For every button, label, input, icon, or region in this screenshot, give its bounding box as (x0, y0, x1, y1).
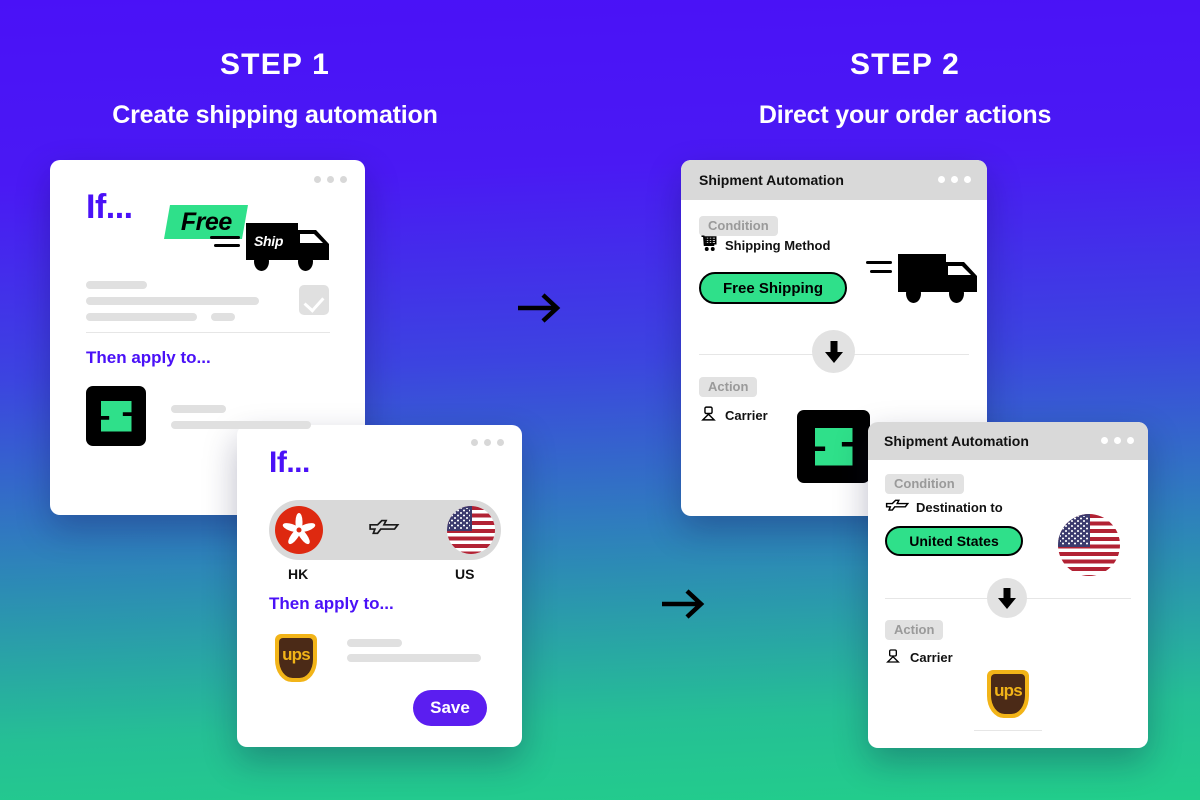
skeleton-line (86, 297, 259, 305)
ups-logo: ups (275, 634, 317, 682)
truck-ship-label: Ship (254, 233, 284, 249)
hong-kong-flag (275, 506, 323, 554)
save-button[interactable]: Save (413, 690, 487, 726)
action-label: Carrier (910, 650, 953, 665)
step-transition-arrow-bottom (662, 588, 709, 625)
window-titlebar: Shipment Automation (868, 422, 1148, 460)
flow-arrow-down-icon (812, 330, 855, 373)
if-label-destination: If... (269, 446, 310, 479)
destination-code: US (455, 566, 475, 582)
airplane-icon (885, 498, 911, 519)
action-label: Carrier (725, 408, 768, 423)
skeleton-line (86, 281, 147, 289)
divider (86, 332, 330, 333)
step-2-kicker: STEP 2 (849, 48, 961, 81)
action-tag: Action (699, 377, 758, 397)
carrier-person-icon (700, 405, 717, 427)
step-2-header: STEP 2 Direct your order actions (690, 50, 1120, 128)
origin-code: HK (288, 566, 309, 582)
airplane-icon (368, 518, 402, 543)
automation-window-destination: Shipment Automation Condition Destinatio… (868, 422, 1148, 748)
carrier-person-icon (885, 648, 901, 669)
delivery-truck-icon (866, 246, 977, 306)
action-tag: Action (885, 620, 944, 640)
ups-logo-text: ups (994, 681, 1023, 700)
skeleton-line (347, 639, 402, 647)
condition-tag: Condition (699, 216, 778, 236)
skeleton-line (211, 313, 235, 321)
then-label-destination: Then apply to... (269, 594, 394, 613)
card-menu-dots[interactable] (471, 439, 504, 446)
condition-tag: Condition (885, 474, 964, 494)
step-1-header: STEP 1 Create shipping automation (60, 50, 490, 128)
window-menu-dots[interactable] (938, 176, 971, 183)
window-title: Shipment Automation (699, 172, 844, 188)
shopping-cart-icon (700, 234, 718, 257)
ups-logo: ups (987, 670, 1029, 718)
delivery-truck-illustration: Ship (210, 218, 330, 273)
united-states-flag (1058, 514, 1120, 576)
window-titlebar: Shipment Automation (681, 160, 987, 200)
united-states-flag (447, 506, 495, 554)
step-1-subtitle: Create shipping automation (112, 101, 438, 129)
skeleton-line (347, 654, 481, 662)
step-2-subtitle: Direct your order actions (758, 101, 1052, 129)
shipping-brand-logo (86, 386, 146, 446)
condition-label: Shipping Method (725, 238, 831, 253)
skeleton-line (171, 405, 226, 413)
ups-logo-text: ups (282, 645, 311, 664)
shipping-brand-logo (797, 410, 870, 483)
condition-value-pill[interactable]: Free Shipping (699, 272, 847, 304)
condition-label: Destination to (916, 500, 1003, 515)
flow-arrow-down-icon (987, 578, 1027, 618)
skeleton-line (171, 421, 311, 429)
step-transition-arrow-top (518, 292, 565, 329)
skeleton-line (86, 313, 197, 321)
condition-value-pill[interactable]: United States (885, 526, 1023, 556)
window-title: Shipment Automation (884, 433, 1029, 449)
if-label-shipping: If... (86, 188, 133, 226)
then-label-shipping: Then apply to... (86, 348, 211, 367)
route-selector[interactable] (269, 500, 501, 560)
step-1-kicker: STEP 1 (219, 48, 331, 81)
card-menu-dots[interactable] (314, 176, 347, 183)
window-menu-dots[interactable] (1101, 437, 1134, 444)
enabled-checkbox[interactable] (299, 285, 329, 315)
